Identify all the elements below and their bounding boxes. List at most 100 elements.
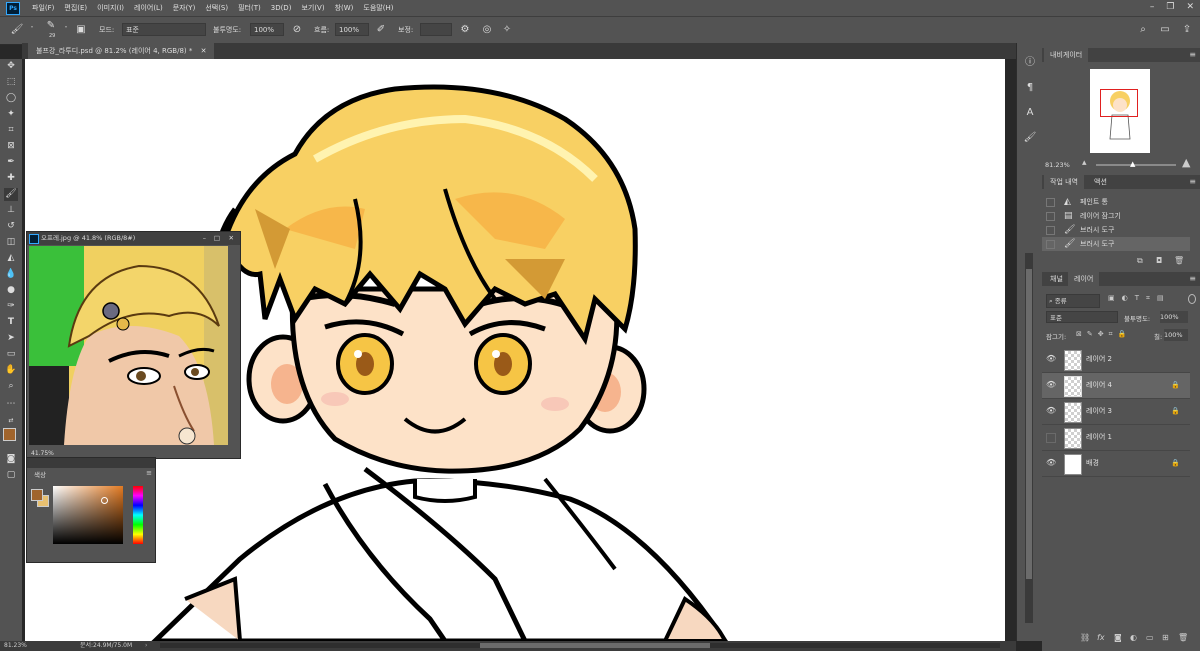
layer-row-selected[interactable]: 👁 레이어 4 🔒 [1042,373,1190,399]
menu-3d[interactable]: 3D(D) [271,4,292,12]
restore-icon[interactable]: ❐ [1166,2,1174,12]
layer-name[interactable]: 레이어 3 [1086,399,1112,424]
eraser-tool-icon[interactable]: ◫ [4,236,18,249]
navigator-thumbnail[interactable] [1090,69,1150,153]
close-tab-icon[interactable]: ✕ [201,47,207,55]
close-icon[interactable]: ✕ [1186,2,1194,12]
type-tool-icon[interactable]: T [4,316,18,329]
new-layer-icon[interactable]: ⊞ [1162,633,1169,642]
tab-history[interactable]: 작업 내역 [1044,175,1084,189]
character-panel-icon[interactable]: A [1023,106,1037,120]
zoom-out-icon[interactable]: ▴ [1082,158,1087,168]
paragraph-panel-icon[interactable]: ¶ [1023,81,1037,95]
symmetry-icon[interactable]: ✧ [500,23,514,37]
camera-snapshot-icon[interactable]: ◘ [1156,256,1162,265]
menu-layer[interactable]: 레이어(L) [134,3,163,13]
filter-toggle-icon[interactable] [1188,294,1196,304]
paint-bucket-tool-icon[interactable]: ◭ [4,252,18,265]
menu-file[interactable]: 파일(F) [32,3,54,13]
info-panel-icon[interactable]: ⓘ [1023,56,1037,70]
layer-filter-icons[interactable]: ▣◐T⌗▤ [1108,294,1171,303]
new-group-icon[interactable]: ▭ [1146,633,1154,642]
history-snapshot-checkbox[interactable] [1046,198,1055,207]
history-item[interactable]: ▤ 레이어 잠그기 [1042,209,1190,223]
history-snapshot-checkbox[interactable] [1046,240,1055,249]
layer-filter-select[interactable]: ⌕ 종류 [1046,294,1100,308]
menu-help[interactable]: 도움말(H) [363,3,393,13]
more-tools-icon[interactable]: ⋯ [4,398,18,411]
color-panel-title[interactable]: 색상 [31,469,49,481]
layer-name[interactable]: 레이어 4 [1086,373,1112,398]
lasso-tool-icon[interactable]: ◯ [4,92,18,105]
smoothing-input[interactable] [420,23,452,36]
panel-menu-icon[interactable]: ≡ [1189,175,1196,189]
menu-edit[interactable]: 편집(E) [64,3,87,13]
brush-angle-icon[interactable]: ◎ [480,23,494,37]
flow-input[interactable]: 100% [335,23,369,36]
healing-brush-tool-icon[interactable]: ✚ [4,172,18,185]
history-item-selected[interactable]: 🖌 브러시 도구 [1042,237,1190,251]
zoom-level[interactable]: 81.23% [4,641,27,651]
history-item[interactable]: ◭ 페인트 통 [1042,195,1190,209]
history-snapshot-checkbox[interactable] [1046,226,1055,235]
brush-settings-panel-icon[interactable]: ▣ [74,23,88,37]
crop-tool-icon[interactable]: ⌗ [4,124,18,137]
zoom-slider-handle-icon[interactable]: ▲ [1130,161,1135,168]
foreground-color-swatch[interactable] [3,428,16,441]
share-icon[interactable]: ⇪ [1180,23,1194,37]
tab-channels[interactable]: 채널 [1044,272,1069,286]
brush-tool-icon[interactable]: 🖌 [4,188,18,201]
search-icon[interactable]: ⌕ [1136,23,1150,37]
mode-select[interactable]: 표준 [122,23,206,36]
quick-mask-icon[interactable]: ◙ [4,453,18,466]
history-snapshot-checkbox[interactable] [1046,212,1055,221]
marquee-tool-icon[interactable]: ⬚ [4,76,18,89]
lock-options-icons[interactable]: ⊠✎✥⌗🔒 [1076,330,1131,339]
saturation-brightness-field[interactable] [53,486,123,544]
airbrush-icon[interactable]: ✐ [374,23,388,37]
trash-icon[interactable]: 🗑 [1178,633,1188,642]
eye-icon[interactable]: 👁 [1046,407,1056,415]
pressure-opacity-icon[interactable]: ⊘ [290,23,304,37]
opacity-input[interactable]: 100% [250,23,284,36]
menu-select[interactable]: 선택(S) [205,3,228,13]
brush-tool-preset-icon[interactable]: 🖌 [10,23,24,37]
brush-preset-icon[interactable]: ✎ [44,19,58,33]
hue-slider[interactable] [133,486,143,544]
shape-tool-icon[interactable]: ▭ [4,348,18,361]
brush-settings-icon[interactable]: 🖌 [1023,131,1037,145]
reference-window-titlebar[interactable]: 오프레.jpg @ 41.8% (RGB/8#) – □ ✕ [27,232,240,245]
hand-tool-icon[interactable]: ✋ [4,364,18,377]
new-document-from-state-icon[interactable]: ⧉ [1137,256,1143,266]
maximize-icon[interactable]: □ [214,232,220,245]
tab-layers[interactable]: 레이어 [1068,272,1100,286]
screen-mode-icon[interactable]: ▢ [4,469,18,482]
horizontal-scrollbar-thumb[interactable] [480,643,710,648]
eyedropper-tool-icon[interactable]: ✒ [4,156,18,169]
layer-row[interactable]: 👁 레이어 3 🔒 [1042,399,1190,425]
close-icon[interactable]: ✕ [229,232,234,245]
layer-name[interactable]: 레이어 1 [1086,425,1112,450]
history-item[interactable]: 🖌 브러시 도구 [1042,223,1190,237]
frame-tool-icon[interactable]: ⊠ [4,140,18,153]
document-tab[interactable]: 불프강_라투디.psd @ 81.2% (레이어 4, RGB/8) * ✕ [28,43,215,59]
navigator-zoom-value[interactable]: 81.23% [1045,161,1070,169]
workspace-icon[interactable]: ▭ [1158,23,1172,37]
fx-icon[interactable]: fx [1097,633,1105,642]
zoom-tool-icon[interactable]: ⌕ [4,380,18,393]
path-selection-tool-icon[interactable]: ➤ [4,332,18,345]
pen-tool-icon[interactable]: ✑ [4,300,18,313]
menu-filter[interactable]: 필터(T) [238,3,261,13]
trash-icon[interactable]: 🗑 [1174,256,1184,265]
navigator-zoom-slider[interactable]: ▲ [1096,161,1176,168]
hidden-visibility-toggle[interactable] [1046,433,1056,443]
link-layers-icon[interactable]: ⛓ [1080,633,1090,642]
horizontal-scrollbar[interactable] [160,643,1000,648]
tab-actions[interactable]: 액션 [1088,175,1113,189]
navigator-view-box[interactable] [1100,89,1138,117]
vertical-scrollbar[interactable] [1025,253,1033,623]
swap-colors-icon[interactable]: ⇄ [4,414,18,427]
adjustment-layer-icon[interactable]: ◐ [1130,633,1137,642]
blur-tool-icon[interactable]: 💧 [4,268,18,281]
tab-navigator[interactable]: 내비게이터 [1044,48,1089,62]
